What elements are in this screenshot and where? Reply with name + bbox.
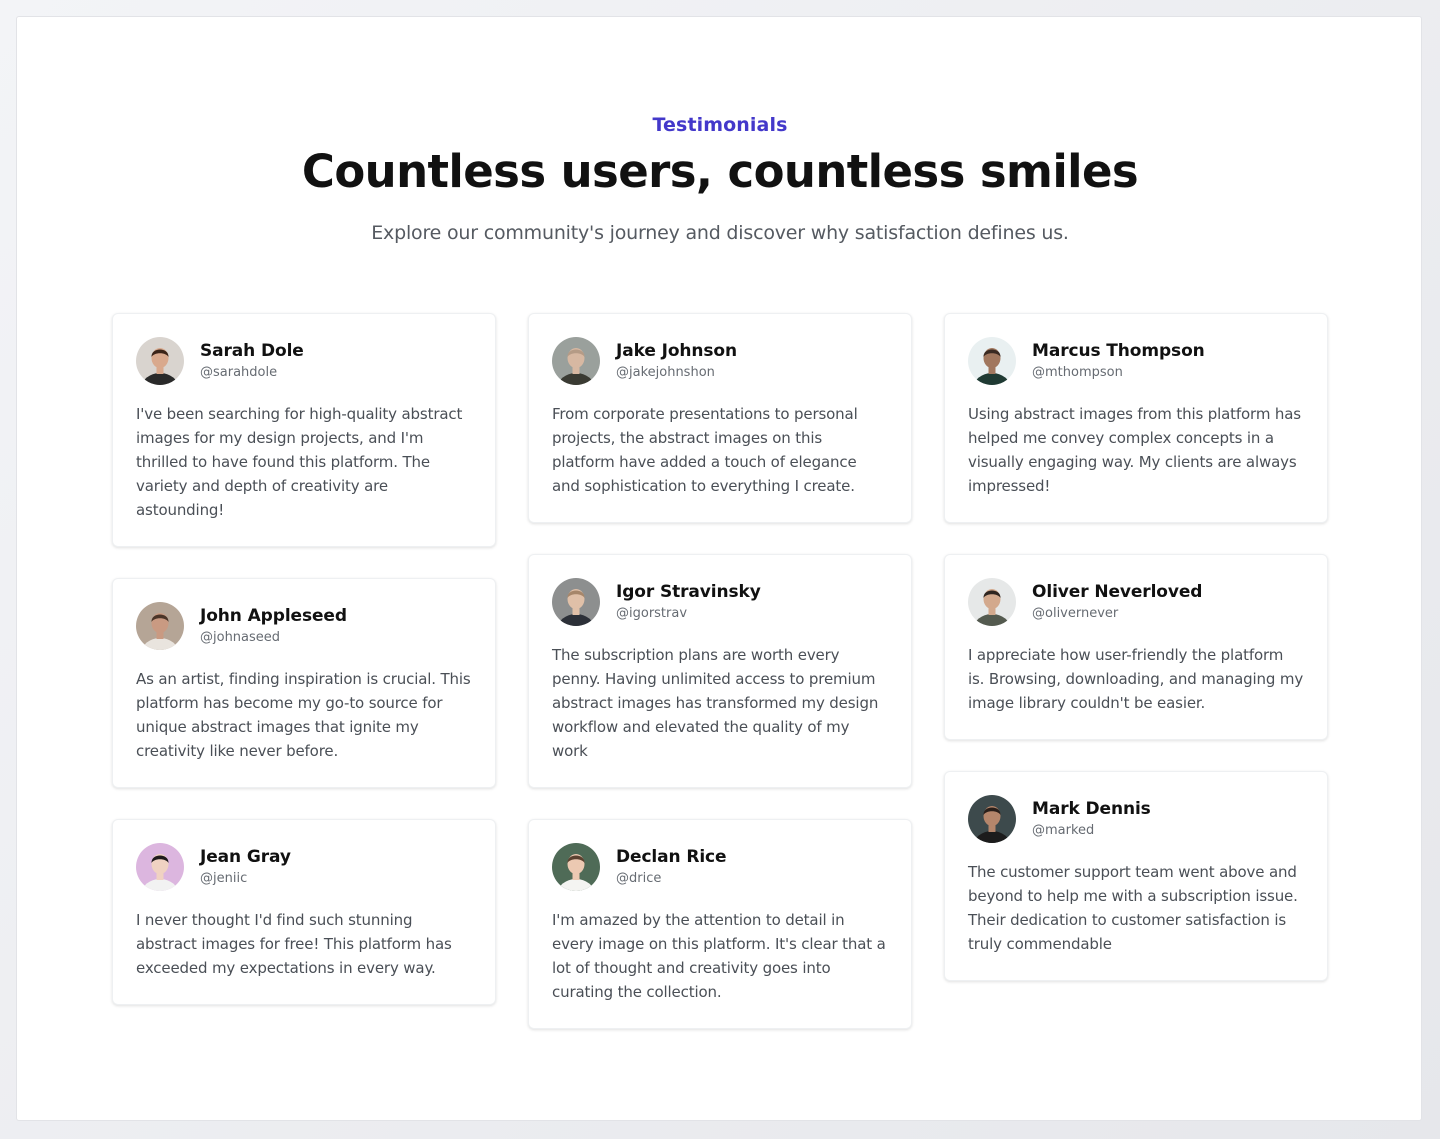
- testimonial-handle: @jakejohnshon: [616, 365, 715, 380]
- testimonial-text: As an artist, finding inspiration is cru…: [136, 670, 471, 760]
- testimonial-card: Igor Stravinsky @igorstrav The subscript…: [528, 554, 912, 788]
- testimonial-text: I appreciate how user-friendly the platf…: [968, 646, 1304, 712]
- section-eyebrow: Testimonials: [652, 114, 788, 136]
- testimonial-text: The subscription plans are worth every p…: [552, 646, 879, 760]
- avatar: [552, 578, 600, 626]
- testimonial-card: Jean Gray @jeniic I never thought I'd fi…: [112, 819, 496, 1005]
- testimonial-name: John Appleseed: [200, 606, 347, 626]
- page-subtitle: Explore our community's journey and disc…: [371, 222, 1069, 244]
- testimonial-card: Oliver Neverloved @olivernever I appreci…: [944, 554, 1328, 740]
- testimonial-text: Using abstract images from this platform…: [968, 405, 1301, 495]
- avatar-portrait: [552, 578, 600, 626]
- avatar-portrait: [968, 337, 1016, 385]
- testimonial-name: Oliver Neverloved: [1032, 582, 1203, 602]
- avatar-portrait: [968, 578, 1016, 626]
- testimonial-handle: @drice: [616, 871, 662, 886]
- testimonial-card: Declan Rice @drice I'm amazed by the att…: [528, 819, 912, 1029]
- avatar-portrait: [136, 843, 184, 891]
- testimonial-handle: @sarahdole: [200, 365, 278, 380]
- avatar: [968, 578, 1016, 626]
- avatar-portrait: [968, 795, 1016, 843]
- testimonials-panel: Testimonials Countless users, countless …: [16, 16, 1422, 1121]
- testimonial-name: Jean Gray: [200, 847, 291, 867]
- testimonial-card: Marcus Thompson @mthompson Using abstrac…: [944, 313, 1328, 523]
- avatar-portrait: [136, 337, 184, 385]
- testimonial-handle: @marked: [1032, 823, 1095, 838]
- testimonial-card: Mark Dennis @marked The customer support…: [944, 771, 1328, 981]
- testimonial-card: John Appleseed @johnaseed As an artist, …: [112, 578, 496, 788]
- avatar: [136, 843, 184, 891]
- avatar: [968, 795, 1016, 843]
- avatar-portrait: [136, 602, 184, 650]
- testimonial-handle: @johnaseed: [200, 630, 281, 645]
- testimonial-name: Marcus Thompson: [1032, 341, 1205, 361]
- page-title: Countless users, countless smiles: [301, 145, 1139, 198]
- avatar: [968, 337, 1016, 385]
- testimonial-name: Jake Johnson: [616, 341, 738, 361]
- testimonial-text: I never thought I'd find such stunning a…: [136, 911, 452, 977]
- avatar-portrait: [552, 843, 600, 891]
- avatar: [136, 337, 184, 385]
- testimonial-handle: @igorstrav: [616, 606, 688, 621]
- testimonial-handle: @mthompson: [1032, 365, 1123, 380]
- testimonial-handle: @olivernever: [1032, 606, 1119, 621]
- testimonial-text: I've been searching for high-quality abs…: [136, 405, 463, 519]
- avatar-portrait: [552, 337, 600, 385]
- avatar: [552, 843, 600, 891]
- testimonial-text: From corporate presentations to personal…: [552, 405, 858, 495]
- testimonial-text: The customer support team went above and…: [968, 863, 1298, 953]
- avatar: [552, 337, 600, 385]
- testimonial-name: Declan Rice: [616, 847, 727, 867]
- avatar: [136, 602, 184, 650]
- testimonial-name: Sarah Dole: [200, 341, 304, 361]
- testimonial-name: Igor Stravinsky: [616, 582, 761, 602]
- testimonial-handle: @jeniic: [200, 871, 248, 886]
- testimonial-text: I'm amazed by the attention to detail in…: [552, 911, 886, 1001]
- testimonial-name: Mark Dennis: [1032, 799, 1151, 819]
- testimonial-card: Jake Johnson @jakejohnshon From corporat…: [528, 313, 912, 523]
- testimonial-card: Sarah Dole @sarahdole I've been searchin…: [112, 313, 496, 547]
